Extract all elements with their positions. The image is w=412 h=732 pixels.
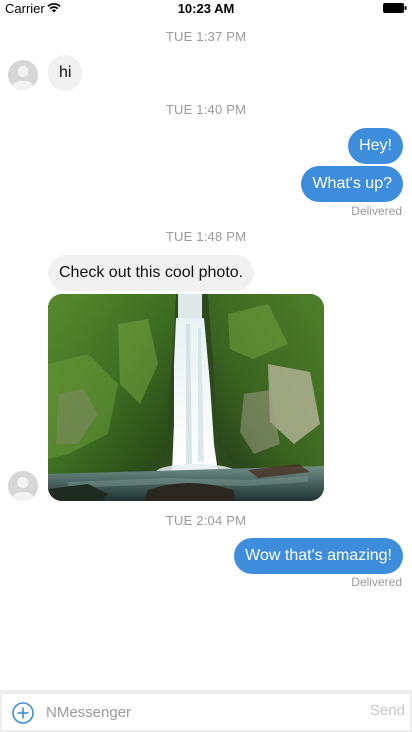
message-bubble-outgoing[interactable]: Wow that's amazing! bbox=[234, 538, 403, 574]
person-icon bbox=[8, 471, 38, 501]
waterfall-photo[interactable] bbox=[48, 294, 324, 501]
message-bubble-outgoing[interactable]: What's up? bbox=[301, 166, 403, 202]
avatar[interactable] bbox=[8, 60, 38, 90]
composer-field-container: Send bbox=[2, 694, 410, 730]
message-bubble-incoming[interactable]: Check out this cool photo. bbox=[48, 255, 255, 291]
delivery-status: Delivered bbox=[351, 575, 402, 589]
timestamp: TUE 2:04 PM bbox=[165, 513, 247, 528]
waterfall-image bbox=[48, 294, 324, 501]
message-input[interactable] bbox=[46, 700, 346, 724]
clock: 10:23 AM bbox=[177, 1, 235, 16]
timestamp: TUE 1:37 PM bbox=[165, 29, 247, 44]
person-icon bbox=[8, 60, 38, 90]
timestamp: TUE 1:40 PM bbox=[165, 102, 247, 117]
timestamp: TUE 1:48 PM bbox=[165, 229, 247, 244]
message-bubble-incoming[interactable]: hi bbox=[48, 55, 83, 91]
send-button[interactable]: Send bbox=[370, 702, 405, 719]
status-bar: Carrier 10:23 AM bbox=[0, 0, 412, 18]
plus-circle-icon[interactable] bbox=[12, 702, 34, 724]
avatar[interactable] bbox=[8, 471, 38, 501]
message-bubble-outgoing[interactable]: Hey! bbox=[348, 128, 403, 164]
battery-icon bbox=[383, 3, 407, 13]
delivery-status: Delivered bbox=[351, 204, 402, 218]
composer-bar: Send bbox=[0, 690, 412, 732]
